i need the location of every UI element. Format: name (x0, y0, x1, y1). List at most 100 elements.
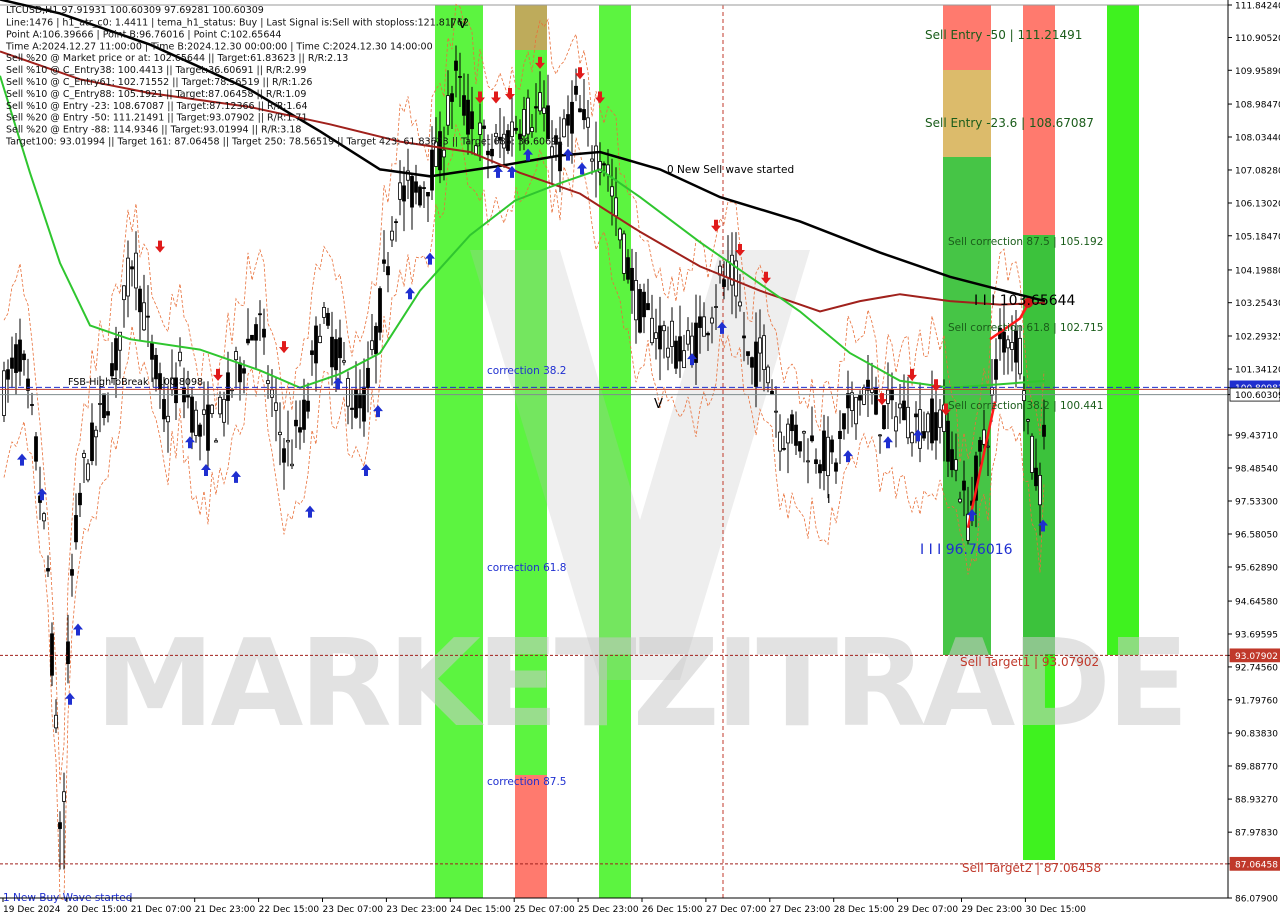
candle-body (1014, 330, 1018, 363)
candle-body (978, 440, 982, 452)
price-tick-label: 103.25430 (1235, 299, 1280, 309)
candle-body (490, 148, 494, 157)
candle-body (714, 306, 718, 308)
candle-body (210, 404, 214, 415)
candle-body (746, 351, 750, 356)
candle-body (306, 400, 310, 412)
candle-body (846, 393, 850, 409)
candle-body (338, 337, 342, 359)
annotation-label: correction 61.8 (487, 562, 566, 574)
candle-body (346, 378, 350, 407)
candle-body (250, 334, 254, 341)
time-tick-label: 21 Dec 07:00 (131, 905, 192, 915)
candle-body (622, 233, 626, 274)
candle-body (202, 409, 206, 415)
candle-body (1034, 467, 1038, 487)
time-tick-label: 23 Dec 23:00 (386, 905, 447, 915)
candle-body (650, 317, 654, 344)
candle-body (330, 336, 334, 368)
candle-body (106, 411, 110, 416)
candle-body (162, 399, 166, 420)
candle-body (586, 117, 590, 128)
candle-body (770, 390, 774, 395)
candle-body (238, 362, 242, 383)
candle-body (138, 288, 142, 313)
candle-body (774, 410, 778, 413)
candle-body (946, 420, 950, 462)
price-tick-label: 101.34120 (1235, 365, 1280, 375)
candle-body (390, 230, 394, 241)
candle-body (738, 301, 742, 307)
candle-body (930, 398, 934, 444)
candle-body (958, 498, 962, 503)
price-tick-label: 108.98470 (1235, 101, 1280, 111)
candle-body (110, 363, 114, 377)
candle-body (802, 431, 806, 434)
candle-body (1006, 339, 1010, 349)
candle-body (486, 150, 490, 156)
time-tick-label: 22 Dec 15:00 (259, 905, 320, 915)
candle-body (34, 436, 38, 462)
zone-bar (943, 70, 991, 157)
candle-body (782, 448, 786, 450)
candle-body (570, 101, 574, 134)
annotation-label: I I I 96.76016 (920, 542, 1013, 558)
candle-body (922, 431, 926, 439)
symbol-header: LTCUSD,H1 97.91931 100.60309 97.69281 10… (6, 5, 264, 16)
candle-body (934, 412, 938, 441)
candle-body (478, 122, 482, 135)
chart: MARKETZITRADE Sell Entry -50 | 111.21491… (0, 0, 1280, 920)
candle-body (842, 413, 846, 430)
candle-body (458, 76, 462, 78)
candle-body (898, 403, 902, 409)
candle-body (266, 380, 270, 384)
candle-body (894, 416, 898, 432)
candle-body (750, 357, 754, 368)
candle-body (850, 392, 854, 411)
time-tick-label: 24 Dec 15:00 (450, 905, 511, 915)
price-tick-label: 107.08280 (1235, 166, 1280, 176)
time-tick-label: 29 Dec 23:00 (962, 905, 1023, 915)
price-tick-label: 93.69595 (1235, 630, 1278, 640)
price-tick-label: 95.62890 (1235, 563, 1278, 573)
candle-body (1038, 475, 1042, 506)
candle-body (150, 342, 154, 360)
price-highlight-label: 87.06458 (1235, 860, 1278, 870)
candle-body (374, 326, 378, 355)
candle-body (6, 369, 10, 380)
candle-body (874, 387, 878, 415)
candle-body (574, 85, 578, 95)
annotation-label: correction 38.2 (487, 365, 566, 377)
candle-body (482, 125, 486, 129)
annotation-label: Sell Target1 | 93.07902 (960, 655, 1099, 669)
candle-body (706, 332, 710, 336)
candle-body (986, 445, 990, 448)
candle-body (862, 387, 866, 405)
price-tick-label: 111.84240 (1235, 2, 1280, 12)
price-tick-label: 105.18470 (1235, 232, 1280, 242)
candle-body (22, 353, 26, 361)
price-tick-label: 88.93270 (1235, 796, 1278, 806)
candle-body (42, 513, 46, 522)
annotation-label: Sell Target2 | 87.06458 (962, 861, 1101, 875)
candle-body (950, 449, 954, 471)
candle-body (74, 515, 78, 543)
candle-body (454, 60, 458, 71)
info-line: Sell %20 @ Entry -88: 114.9346 || Target… (6, 125, 301, 136)
candle-body (190, 396, 194, 433)
candle-body (410, 176, 414, 208)
candle-body (742, 335, 746, 339)
candle-body (18, 339, 22, 372)
candle-body (534, 106, 538, 109)
candle-body (766, 366, 770, 384)
price-tick-label: 102.29325 (1235, 332, 1280, 342)
candle-body (662, 325, 666, 332)
candle-body (626, 257, 630, 280)
candle-body (634, 280, 638, 321)
zone-bar (515, 5, 547, 50)
price-tick-label: 87.97830 (1235, 829, 1278, 839)
candle-body (910, 432, 914, 444)
wave-marker-label: I (827, 492, 831, 506)
candle-body (62, 791, 66, 802)
candle-body (286, 440, 290, 443)
